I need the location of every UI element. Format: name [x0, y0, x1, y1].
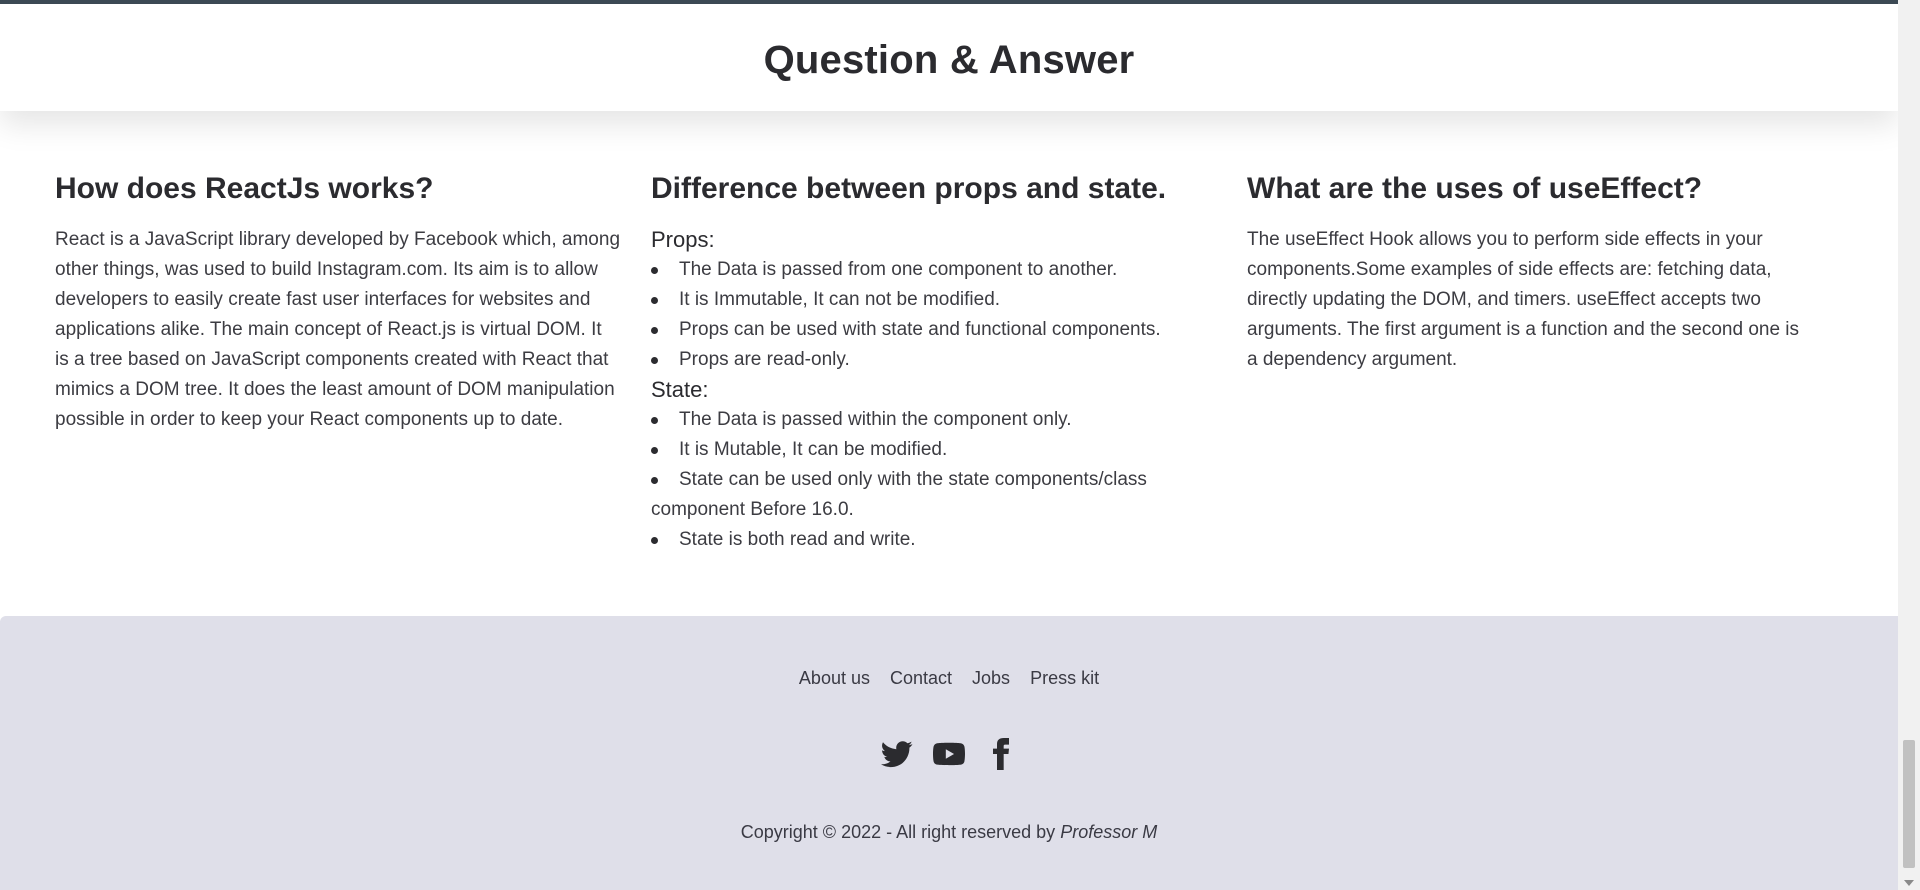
list-item: The Data is passed from one component to… [651, 255, 1211, 285]
qa-card-props-state: Difference between props and state. Prop… [651, 111, 1247, 616]
props-state-question: Difference between props and state. [651, 172, 1167, 205]
state-list: The Data is passed within the component … [651, 405, 1247, 555]
react-answer: React is a JavaScript library developed … [55, 229, 621, 430]
footer-link-press-kit[interactable]: Press kit [1030, 668, 1099, 689]
footer-link-contact[interactable]: Contact [890, 668, 952, 689]
page: Question & Answer How does ReactJs works… [0, 0, 1920, 890]
scroll-down-arrow-icon[interactable] [1904, 880, 1914, 886]
social-links [0, 738, 1898, 770]
copyright-author: Professor M [1060, 822, 1158, 842]
react-question: How does ReactJs works? [55, 172, 434, 205]
list-item: Props can be used with state and functio… [651, 315, 1211, 345]
copyright: Copyright © 2022 - All right reserved by… [0, 822, 1898, 843]
qa-section: How does ReactJs works? React is a JavaS… [0, 111, 1898, 616]
state-label: State: [651, 377, 709, 402]
footer-link-jobs[interactable]: Jobs [972, 668, 1010, 689]
page-title: Question & Answer [763, 38, 1135, 82]
list-item: It is Mutable, It can be modified. [651, 435, 1211, 465]
list-item: It is Immutable, It can not be modified. [651, 285, 1211, 315]
youtube-icon[interactable] [933, 738, 965, 770]
copyright-text: Copyright © 2022 - All right reserved by [740, 822, 1056, 842]
list-item: The Data is passed within the component … [651, 405, 1211, 435]
use-effect-question: What are the uses of useEffect? [1247, 172, 1703, 205]
twitter-icon[interactable] [881, 738, 913, 770]
use-effect-answer: The useEffect Hook allows you to perform… [1247, 229, 1800, 370]
props-label: Props: [651, 227, 715, 252]
qa-header: Question & Answer [0, 4, 1898, 111]
list-item: State can be used only with the state co… [651, 465, 1211, 525]
props-list: The Data is passed from one component to… [651, 255, 1247, 375]
list-item: State is both read and write. [651, 525, 1211, 555]
footer-nav: About us Contact Jobs Press kit [0, 668, 1898, 689]
qa-card-react: How does ReactJs works? React is a JavaS… [55, 111, 651, 616]
scrollbar-thumb[interactable] [1903, 740, 1915, 868]
footer-link-about-us[interactable]: About us [799, 668, 870, 689]
qa-card-use-effect: What are the uses of useEffect? The useE… [1247, 111, 1843, 616]
facebook-icon[interactable] [985, 738, 1017, 770]
list-item: Props are read-only. [651, 345, 1211, 375]
vertical-scrollbar[interactable] [1898, 0, 1920, 890]
site-footer: About us Contact Jobs Press kit Copyrigh… [0, 616, 1898, 890]
